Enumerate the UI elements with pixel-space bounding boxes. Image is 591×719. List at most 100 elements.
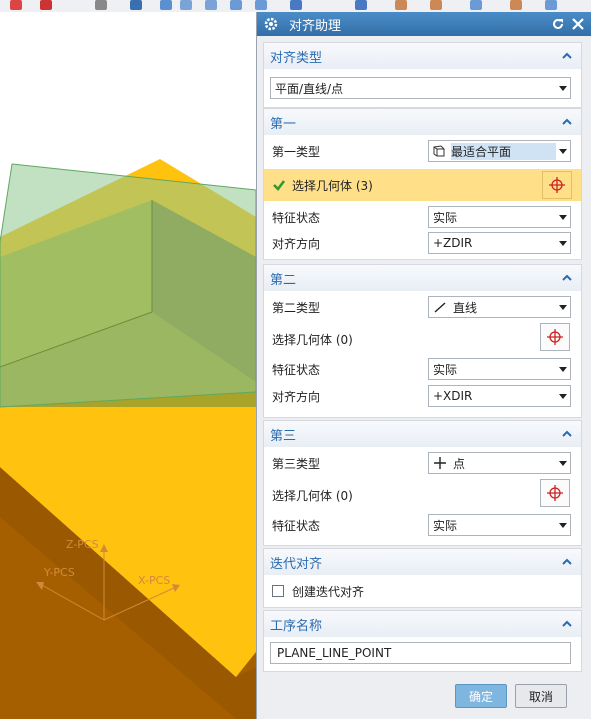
first-type-dropdown[interactable]: 最适合平面 [428, 140, 571, 162]
chevron-up-icon[interactable] [561, 50, 573, 62]
caret-down-icon [556, 297, 570, 317]
section-title: 第一 [270, 116, 297, 132]
part-model-drawing: Z-PCS Y-PCS X-PCS [0, 159, 256, 719]
graphics-viewport[interactable]: Z-PCS Y-PCS X-PCS [0, 12, 256, 719]
gear-icon [263, 16, 279, 32]
toolbar-icon[interactable] [10, 0, 22, 10]
caret-down-icon [556, 359, 570, 379]
section-iterative: 迭代对齐 创建迭代对齐 [263, 548, 582, 608]
section-header[interactable]: 第二 [264, 265, 581, 291]
section-first: 第一 第一类型 最适合平面 选择几何体 (3) 特征状态 实际 对齐方向 +ZD… [263, 108, 582, 260]
toolbar-icon[interactable] [205, 0, 217, 10]
create-iterative-checkbox[interactable] [272, 585, 284, 597]
dropdown-value: 最适合平面 [451, 142, 556, 160]
chevron-up-icon[interactable] [561, 556, 573, 568]
section-header[interactable]: 对齐类型 [264, 43, 581, 69]
section-header[interactable]: 工序名称 [264, 611, 581, 637]
toolbar-icon[interactable] [230, 0, 242, 10]
axis-label-y: Y-PCS [43, 566, 75, 579]
close-icon[interactable] [570, 16, 586, 32]
section-title: 对齐类型 [270, 50, 323, 66]
section-third: 第三 第三类型 点 选择几何体 (0) 特征状态 实际 [263, 420, 582, 546]
input-value: PLANE_LINE_POINT [277, 646, 392, 660]
ok-button[interactable]: 确定 [455, 684, 507, 708]
caret-down-icon [556, 386, 570, 406]
chevron-up-icon[interactable] [561, 272, 573, 284]
second-state-dropdown[interactable]: 实际 [428, 358, 571, 380]
chevron-up-icon[interactable] [561, 618, 573, 630]
caret-down-icon [556, 515, 570, 535]
chevron-up-icon[interactable] [561, 116, 573, 128]
section-header[interactable]: 第一 [264, 109, 581, 135]
toolbar-icon[interactable] [395, 0, 407, 10]
toolbar-icon[interactable] [290, 0, 302, 10]
caret-down-icon [556, 78, 570, 98]
point-icon [433, 457, 447, 469]
axis-label-x: X-PCS [138, 574, 170, 587]
best-fit-plane [0, 163, 256, 408]
dialog-title: 对齐助理 [289, 18, 342, 34]
toolbar-icon[interactable] [130, 0, 142, 10]
section-header[interactable]: 第三 [264, 421, 581, 447]
toolbar-icon[interactable] [545, 0, 557, 10]
third-state-dropdown[interactable]: 实际 [428, 514, 571, 536]
toolbar-icon[interactable] [180, 0, 192, 10]
toolbar-icon[interactable] [470, 0, 482, 10]
second-select-geometry-row[interactable]: 选择几何体 (0) [272, 327, 575, 351]
section-title: 迭代对齐 [270, 556, 323, 572]
crosshair-select-button[interactable] [540, 323, 570, 351]
crosshair-select-button[interactable] [540, 479, 570, 507]
crosshair-icon [549, 177, 565, 193]
dropdown-value: 平面/直线/点 [275, 81, 344, 96]
section-operation-name: 工序名称 PLANE_LINE_POINT [263, 610, 582, 672]
operation-name-input[interactable]: PLANE_LINE_POINT [270, 642, 571, 664]
caret-down-icon [556, 233, 570, 253]
section-second: 第二 第二类型 直线 选择几何体 (0) 特征状态 实际 对齐方向 +XDIR [263, 264, 582, 418]
cancel-button[interactable]: 取消 [515, 684, 567, 708]
second-type-dropdown[interactable]: 直线 [428, 296, 571, 318]
line-icon [433, 301, 447, 313]
dropdown-value: 直线 [453, 300, 478, 315]
second-select-geometry-label: 选择几何体 (0) [272, 332, 353, 347]
checkmark-icon [272, 178, 286, 195]
caret-down-icon [556, 207, 570, 227]
toolbar-icon[interactable] [430, 0, 442, 10]
second-dir-dropdown[interactable]: +XDIR [428, 385, 571, 407]
toolbar-icon[interactable] [510, 0, 522, 10]
crosshair-select-button[interactable] [542, 171, 572, 199]
crosshair-icon [547, 329, 563, 345]
section-align-type: 对齐类型 平面/直线/点 [263, 42, 582, 108]
crosshair-icon [547, 485, 563, 501]
first-select-geometry-label: 选择几何体 (3) [292, 179, 373, 193]
toolbar-icon[interactable] [255, 0, 267, 10]
toolbar-icon[interactable] [40, 0, 52, 10]
dropdown-value: 实际 [433, 210, 458, 225]
first-state-dropdown[interactable]: 实际 [428, 206, 571, 228]
axis-label-z: Z-PCS [66, 538, 99, 551]
section-title: 第三 [270, 428, 297, 444]
caret-down-icon [556, 453, 570, 473]
toolbar-icon[interactable] [95, 0, 107, 10]
first-select-geometry-row[interactable]: 选择几何体 (3) [264, 169, 581, 201]
section-header[interactable]: 迭代对齐 [264, 549, 581, 575]
plane-icon [433, 145, 445, 157]
chevron-up-icon[interactable] [561, 428, 573, 440]
section-title: 工序名称 [270, 618, 323, 634]
third-type-dropdown[interactable]: 点 [428, 452, 571, 474]
align-type-dropdown[interactable]: 平面/直线/点 [270, 77, 571, 99]
toolbar-icon[interactable] [160, 0, 172, 10]
third-select-geometry-label: 选择几何体 (0) [272, 488, 353, 503]
alignment-assistant-dialog: 对齐助理 对齐类型 平面/直线/点 第一 第一类型 最适合平面 选择几何体 (3… [256, 12, 591, 719]
third-select-geometry-row[interactable]: 选择几何体 (0) [272, 483, 575, 507]
dropdown-value: 点 [453, 456, 466, 471]
caret-down-icon [556, 141, 570, 161]
create-iterative-label: 创建迭代对齐 [292, 585, 365, 599]
dialog-titlebar: 对齐助理 [257, 12, 591, 36]
toolbar-icon[interactable] [355, 0, 367, 10]
section-title: 第二 [270, 272, 297, 288]
dropdown-value: 实际 [433, 362, 458, 377]
dropdown-value: +XDIR [433, 389, 473, 403]
reset-icon[interactable] [550, 16, 566, 32]
first-dir-dropdown[interactable]: +ZDIR [428, 232, 571, 254]
dropdown-value: 实际 [433, 518, 458, 533]
